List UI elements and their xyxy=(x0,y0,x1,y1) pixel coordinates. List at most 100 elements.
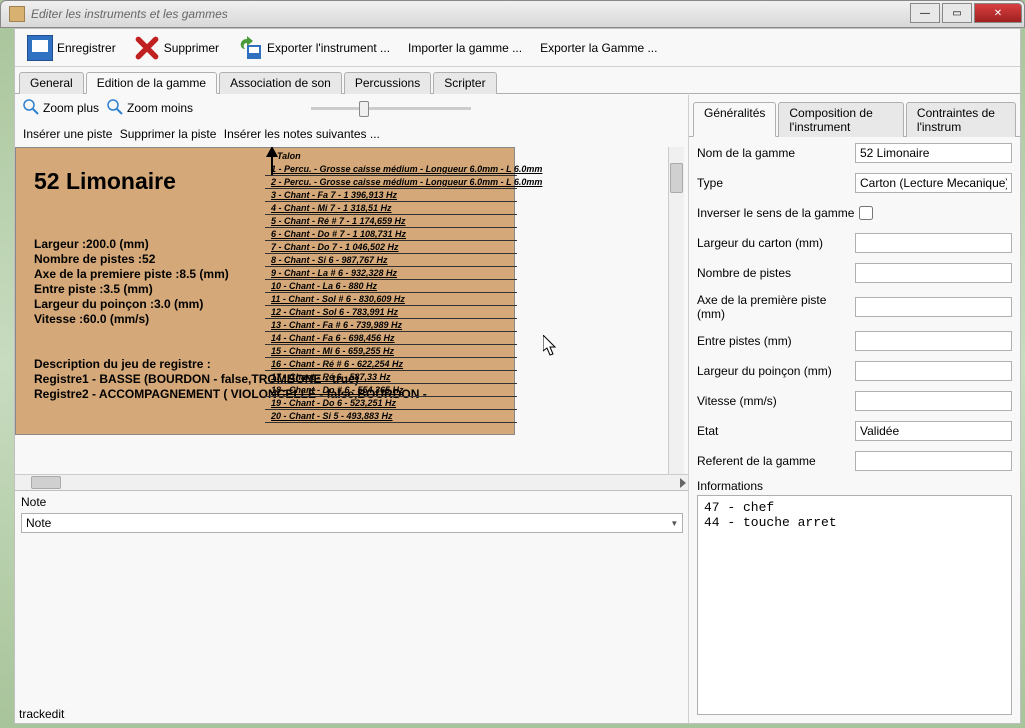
delete-icon xyxy=(134,35,160,61)
zoom-slider-thumb[interactable] xyxy=(359,101,369,117)
input-axe[interactable] xyxy=(855,297,1012,317)
insert-notes-button[interactable]: Insérer les notes suivantes ... xyxy=(224,127,380,141)
app-window: Enregistrer Supprimer Exporter l'instrum… xyxy=(14,28,1021,724)
main-toolbar: Enregistrer Supprimer Exporter l'instrum… xyxy=(15,29,1020,67)
right-pane: Généralités Composition de l'instrument … xyxy=(689,95,1020,723)
label-etat: Etat xyxy=(697,424,855,438)
save-icon xyxy=(27,35,53,61)
tab-scripter[interactable]: Scripter xyxy=(433,72,496,94)
track-row[interactable]: 9 - Chant - La # 6 - 932,328 Hz xyxy=(265,267,517,280)
save-button[interactable]: Enregistrer xyxy=(21,33,122,63)
zoom-bar: Zoom plus Zoom moins xyxy=(15,95,688,121)
zoom-plus-button[interactable]: Zoom plus xyxy=(23,99,99,118)
right-tabs: Généralités Composition de l'instrument … xyxy=(689,95,1020,137)
label-axe: Axe de la première piste (mm) xyxy=(697,293,855,321)
label-nb-pistes: Nombre de pistes xyxy=(697,266,855,280)
input-largeur-poincon[interactable] xyxy=(855,361,1012,381)
zoom-plus-label: Zoom plus xyxy=(43,101,99,115)
maximize-button[interactable]: ▭ xyxy=(942,3,972,23)
track-row[interactable]: 12 - Chant - Sol 6 - 783,991 Hz xyxy=(265,306,517,319)
main-area: Zoom plus Zoom moins Insérer une piste S… xyxy=(15,95,1020,723)
label-largeur-poincon: Largeur du poinçon (mm) xyxy=(697,364,855,378)
canvas-wrap: 52 Limonaire Largeur :200.0 (mm)Nombre d… xyxy=(15,147,684,474)
track-row[interactable]: 4 - Chant - Mi 7 - 1 318,51 Hz xyxy=(265,202,517,215)
track-actions: Insérer une piste Supprimer la piste Ins… xyxy=(15,121,688,147)
track-row[interactable]: 10 - Chant - La 6 - 880 Hz xyxy=(265,280,517,293)
export-gamme-label: Exporter la Gamme ... xyxy=(540,41,657,55)
label-type: Type xyxy=(697,176,855,190)
tab-percussions[interactable]: Percussions xyxy=(344,72,431,94)
input-type[interactable] xyxy=(855,173,1012,193)
label-entre: Entre pistes (mm) xyxy=(697,334,855,348)
track-row[interactable]: 6 - Chant - Do # 7 - 1 108,731 Hz xyxy=(265,228,517,241)
track-row[interactable]: 18 - Chant - Do # 6 - 554,365 Hz xyxy=(265,384,517,397)
input-etat[interactable] xyxy=(855,421,1012,441)
left-pane: Zoom plus Zoom moins Insérer une piste S… xyxy=(15,95,689,723)
save-label: Enregistrer xyxy=(57,41,116,55)
note-label: Note xyxy=(17,493,686,511)
zoom-moins-button[interactable]: Zoom moins xyxy=(107,99,193,118)
track-row[interactable]: 16 - Chant - Ré # 6 - 622,254 Hz xyxy=(265,358,517,371)
input-nb-pistes[interactable] xyxy=(855,263,1012,283)
tab-composition[interactable]: Composition de l'instrument xyxy=(778,102,904,137)
track-row[interactable]: 7 - Chant - Do 7 - 1 046,502 Hz xyxy=(265,241,517,254)
track-row[interactable]: 13 - Chant - Fa # 6 - 739,989 Hz xyxy=(265,319,517,332)
informations-textarea[interactable]: 47 - chef 44 - touche arret xyxy=(697,495,1012,715)
import-gamme-label: Importer la gamme ... xyxy=(408,41,522,55)
tab-contraintes[interactable]: Contraintes de l'instrum xyxy=(906,102,1016,137)
delete-button[interactable]: Supprimer xyxy=(128,33,225,63)
label-informations: Informations xyxy=(689,477,1020,495)
label-nom: Nom de la gamme xyxy=(697,146,855,160)
track-row[interactable]: 1 - Percu. - Grosse caisse médium - Long… xyxy=(265,163,517,176)
import-gamme-button[interactable]: Importer la gamme ... xyxy=(402,39,528,57)
insert-track-button[interactable]: Insérer une piste xyxy=(23,127,112,141)
tracklist: Talon 1 - Percu. - Grosse caisse médium … xyxy=(265,147,517,423)
footer-status: trackedit xyxy=(19,707,64,721)
export-gamme-button[interactable]: Exporter la Gamme ... xyxy=(534,39,663,57)
note-select[interactable]: Note xyxy=(21,513,683,533)
track-row[interactable]: 17 - Chant - Ré 6 - 587,33 Hz xyxy=(265,371,517,384)
titlebar-text: Editer les instruments et les gammes xyxy=(31,7,228,21)
label-referent: Referent de la gamme xyxy=(697,454,855,468)
track-row[interactable]: 5 - Chant - Ré # 7 - 1 174,659 Hz xyxy=(265,215,517,228)
track-row[interactable]: 19 - Chant - Do 6 - 523,251 Hz xyxy=(265,397,517,410)
tab-association[interactable]: Association de son xyxy=(219,72,342,94)
checkbox-inverser[interactable] xyxy=(859,206,873,220)
titlebar: Editer les instruments et les gammes ― ▭… xyxy=(0,0,1025,28)
minimize-button[interactable]: ― xyxy=(910,3,940,23)
hscroll-thumb[interactable] xyxy=(31,476,61,489)
label-largeur-carton: Largeur du carton (mm) xyxy=(697,236,855,250)
track-row[interactable]: 2 - Percu. - Grosse caisse médium - Long… xyxy=(265,176,517,189)
delete-track-button[interactable]: Supprimer la piste xyxy=(120,127,217,141)
input-entre[interactable] xyxy=(855,331,1012,351)
track-row[interactable]: 3 - Chant - Fa 7 - 1 396,913 Hz xyxy=(265,189,517,202)
track-row[interactable]: 15 - Chant - Mi 6 - 659,255 Hz xyxy=(265,345,517,358)
track-row[interactable]: 20 - Chant - Si 5 - 493,883 Hz xyxy=(265,410,517,423)
export-instrument-button[interactable]: Exporter l'instrument ... xyxy=(231,33,396,63)
label-vitesse: Vitesse (mm/s) xyxy=(697,394,855,408)
track-row[interactable]: 8 - Chant - Si 6 - 987,767 Hz xyxy=(265,254,517,267)
horizontal-scrollbar[interactable] xyxy=(15,474,688,490)
input-nom[interactable] xyxy=(855,143,1012,163)
magnifier-plus-icon xyxy=(23,99,39,118)
vertical-scrollbar[interactable] xyxy=(668,147,684,474)
note-body xyxy=(17,535,686,721)
close-button[interactable]: ✕ xyxy=(974,3,1022,23)
tab-general[interactable]: General xyxy=(19,72,84,94)
talon-label: Talon xyxy=(277,151,517,161)
tab-generalites[interactable]: Généralités xyxy=(693,102,776,137)
delete-label: Supprimer xyxy=(164,41,219,55)
input-referent[interactable] xyxy=(855,451,1012,471)
input-largeur-carton[interactable] xyxy=(855,233,1012,253)
vscroll-thumb[interactable] xyxy=(670,163,683,193)
input-vitesse[interactable] xyxy=(855,391,1012,411)
note-section: Note Note xyxy=(15,490,688,723)
form-grid: Nom de la gamme Type Inverser le sens de… xyxy=(689,137,1020,477)
note-select-value: Note xyxy=(26,516,51,530)
track-row[interactable]: 14 - Chant - Fa 6 - 698,456 Hz xyxy=(265,332,517,345)
gamme-canvas[interactable]: 52 Limonaire Largeur :200.0 (mm)Nombre d… xyxy=(15,147,649,435)
track-row[interactable]: 11 - Chant - Sol # 6 - 830,609 Hz xyxy=(265,293,517,306)
main-tabs: General Edition de la gamme Association … xyxy=(15,67,1020,94)
zoom-slider[interactable] xyxy=(311,107,471,110)
tab-edition[interactable]: Edition de la gamme xyxy=(86,72,217,94)
